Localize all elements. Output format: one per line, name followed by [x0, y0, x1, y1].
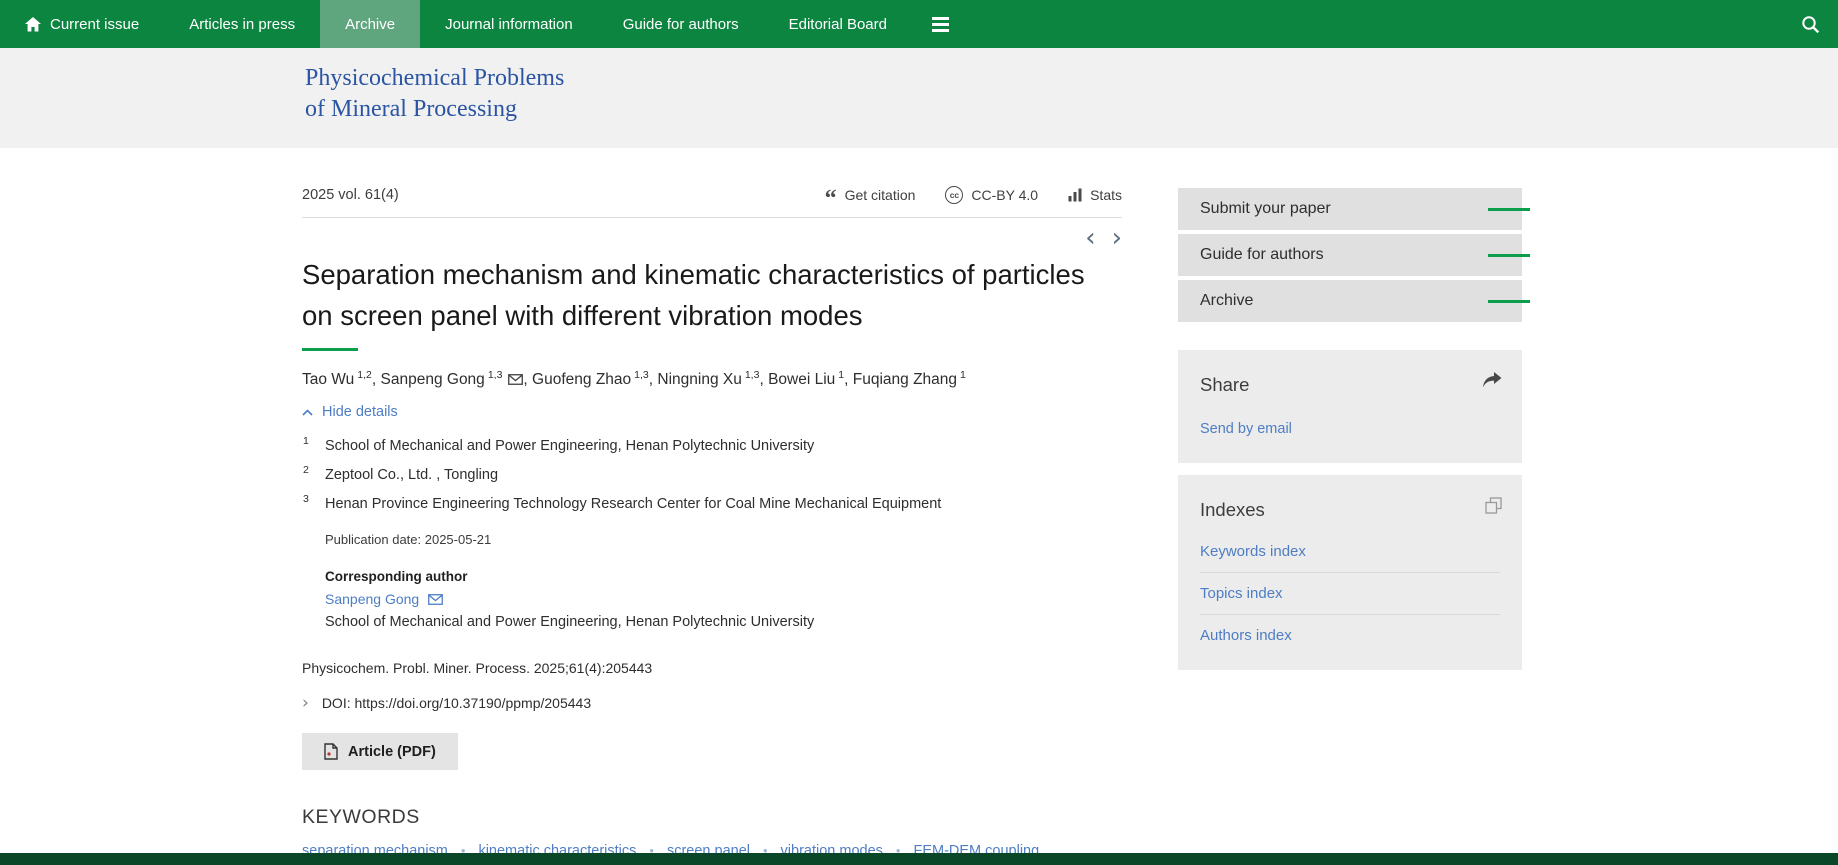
author[interactable]: Fuqiang Zhang1 — [853, 371, 966, 388]
article-main: 2025 vol. 61(4) “ Get citation cc CC-BY … — [302, 148, 1122, 859]
affiliation-item: 1School of Mechanical and Power Engineer… — [302, 438, 1122, 454]
nav-item-label: Journal information — [445, 16, 573, 33]
nav-item-archive[interactable]: Archive — [320, 0, 420, 48]
article-meta-row: 2025 vol. 61(4) “ Get citation cc CC-BY … — [302, 186, 1122, 218]
author[interactable]: Bowei Liu1 — [768, 371, 853, 388]
chevron-up-icon — [302, 409, 313, 416]
issue-label: 2025 vol. 61(4) — [302, 187, 399, 203]
chevron-right-icon: › — [302, 696, 309, 710]
hide-details-toggle[interactable]: Hide details — [302, 404, 1122, 420]
footer-bar — [0, 853, 1838, 865]
stats-button[interactable]: Stats — [1068, 186, 1122, 204]
nav-item-label: Archive — [345, 16, 395, 33]
search-icon[interactable] — [1783, 0, 1838, 48]
citation-quote-icon: “ — [825, 194, 837, 204]
author[interactable]: Guofeng Zhao1,3 — [532, 371, 657, 388]
author[interactable]: Tao Wu1,2 — [302, 371, 381, 388]
article-pdf-label: Article (PDF) — [348, 744, 436, 760]
nav-item-editorial-board[interactable]: Editorial Board — [764, 0, 912, 48]
previous-article-button[interactable]: ‹ — [1085, 226, 1095, 250]
pdf-file-icon — [324, 743, 338, 760]
journal-title-line1: Physicochemical Problems — [305, 63, 1838, 94]
author[interactable]: Ningning Xu1,3 — [657, 371, 768, 388]
corresponding-author-link[interactable]: Sanpeng Gong — [325, 591, 443, 607]
nav-item-label: Guide for authors — [623, 16, 739, 33]
affiliations-list: 1School of Mechanical and Power Engineer… — [302, 438, 1122, 512]
author[interactable]: Sanpeng Gong1,3 — [381, 371, 533, 388]
submit-your-paper-button[interactable]: Submit your paper — [1178, 188, 1522, 230]
doi-link[interactable]: DOI: https://doi.org/10.37190/ppmp/20544… — [322, 695, 591, 711]
corresponding-author-heading: Corresponding author — [325, 569, 1122, 584]
share-panel: Share Send by email — [1178, 350, 1522, 463]
index-links: Keywords index Topics index Authors inde… — [1200, 531, 1500, 656]
share-arrow-icon[interactable] — [1482, 372, 1502, 394]
license-link[interactable]: cc CC-BY 4.0 — [945, 186, 1038, 204]
nav-item-journal-information[interactable]: Journal information — [420, 0, 598, 48]
keywords-index-link[interactable]: Keywords index — [1200, 531, 1500, 573]
authors-index-link[interactable]: Authors index — [1200, 615, 1500, 656]
indexes-heading: Indexes — [1200, 499, 1500, 521]
article-title: Separation mechanism and kinematic chara… — [302, 254, 1122, 336]
nav-item-articles-in-press[interactable]: Articles in press — [164, 0, 320, 48]
side-button-label: Archive — [1200, 292, 1253, 310]
share-heading: Share — [1200, 374, 1500, 396]
accent-dash — [1488, 254, 1530, 257]
nav-item-label: Current issue — [50, 16, 139, 33]
nav-item-current-issue[interactable]: Current issue — [0, 0, 164, 48]
journal-title-line2: of Mineral Processing — [305, 94, 1838, 125]
topics-index-link[interactable]: Topics index — [1200, 573, 1500, 615]
layers-icon — [1485, 497, 1502, 519]
side-button-label: Guide for authors — [1200, 246, 1324, 264]
accent-dash — [1488, 208, 1530, 211]
email-icon — [428, 594, 443, 605]
doi-row[interactable]: › DOI: https://doi.org/10.37190/ppmp/205… — [302, 695, 1122, 711]
keywords-heading: KEYWORDS — [302, 806, 1122, 829]
authors-line: Tao Wu1,2 Sanpeng Gong1,3 Guofeng Zhao1,… — [302, 369, 1122, 389]
get-citation-button[interactable]: “ Get citation — [825, 186, 916, 204]
indexes-panel: Indexes Keywords index Topics index Auth… — [1178, 475, 1522, 670]
stats-label: Stats — [1090, 187, 1122, 203]
get-citation-label: Get citation — [845, 187, 916, 203]
guide-for-authors-button[interactable]: Guide for authors — [1178, 234, 1522, 276]
menu-icon[interactable] — [912, 0, 969, 48]
corresponding-author-affiliation: School of Mechanical and Power Engineeri… — [325, 614, 1122, 630]
cc-license-icon: cc — [945, 186, 963, 204]
accent-dash — [1488, 300, 1530, 303]
right-sidebar: Submit your paper Guide for authors Arch… — [1178, 148, 1522, 670]
home-icon — [25, 17, 41, 32]
article-details: Publication date: 2025-05-21 Correspondi… — [325, 532, 1122, 630]
publication-date: Publication date: 2025-05-21 — [325, 532, 1122, 547]
journal-title[interactable]: Physicochemical Problems of Mineral Proc… — [0, 48, 1838, 125]
affiliation-item: 3Henan Province Engineering Technology R… — [302, 496, 1122, 512]
nav-item-label: Articles in press — [189, 16, 295, 33]
email-icon[interactable] — [508, 372, 523, 389]
archive-button[interactable]: Archive — [1178, 280, 1522, 322]
corresponding-author-name: Sanpeng Gong — [325, 591, 419, 607]
hide-details-label: Hide details — [322, 404, 398, 420]
nav-item-label: Editorial Board — [789, 16, 887, 33]
next-article-button[interactable]: › — [1112, 226, 1122, 250]
top-nav: Current issue Articles in press Archive … — [0, 0, 1838, 48]
license-label: CC-BY 4.0 — [971, 187, 1038, 203]
nav-item-guide-for-authors[interactable]: Guide for authors — [598, 0, 764, 48]
title-accent-underline — [302, 348, 358, 351]
affiliation-item: 2Zeptool Co., Ltd. , Tongling — [302, 467, 1122, 483]
journal-citation: Physicochem. Probl. Miner. Process. 2025… — [302, 660, 1122, 676]
article-pager: ‹ › — [302, 226, 1122, 250]
stats-bars-icon — [1068, 188, 1082, 202]
side-button-label: Submit your paper — [1200, 200, 1331, 218]
send-by-email-link[interactable]: Send by email — [1200, 421, 1292, 437]
article-pdf-button[interactable]: Article (PDF) — [302, 733, 458, 770]
site-header: Physicochemical Problems of Mineral Proc… — [0, 48, 1838, 148]
